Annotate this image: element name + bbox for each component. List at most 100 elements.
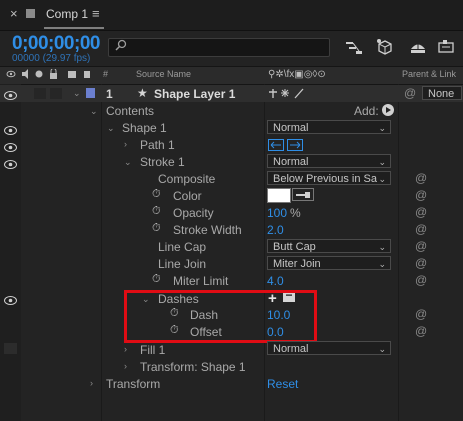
star-icon: ★ xyxy=(137,86,148,100)
chevron-down-icon: ⌄ xyxy=(378,242,386,252)
miter-limit-label: Miter Limit xyxy=(173,274,229,288)
stroke-color-swatch[interactable] xyxy=(267,188,291,203)
expression-pickwhip-icon[interactable]: @ xyxy=(415,256,427,270)
parent-link-column-header[interactable]: Parent & Link xyxy=(402,69,456,79)
expression-pickwhip-icon[interactable]: @ xyxy=(415,205,427,219)
chevron-down-icon: ⌄ xyxy=(378,123,386,133)
eye-icon[interactable] xyxy=(4,294,17,305)
chevron-right-icon[interactable]: › xyxy=(90,378,93,388)
line-cap-dropdown[interactable]: Butt Cap ⌄ xyxy=(267,239,391,253)
panel-menu-icon[interactable]: ≡ xyxy=(92,6,100,21)
av-switches-header xyxy=(6,68,96,82)
eyedropper-icon[interactable] xyxy=(292,188,314,201)
solo-switch[interactable] xyxy=(34,88,46,99)
chevron-down-icon[interactable]: ⌄ xyxy=(73,88,81,99)
comp-mini-flowchart-icon[interactable] xyxy=(345,38,365,56)
column-divider xyxy=(264,84,265,421)
path-1-label[interactable]: Path 1 xyxy=(140,138,175,152)
dropdown-value: Butt Cap xyxy=(273,241,316,253)
frame-count-display: 00000 (29.97 fps) xyxy=(12,53,91,64)
eye-icon[interactable] xyxy=(4,124,17,135)
dropdown-value: Normal xyxy=(273,343,309,355)
expression-pickwhip-icon[interactable]: @ xyxy=(415,273,427,287)
current-time-display[interactable]: 0;00;00;00 xyxy=(12,33,100,55)
layer-switch-icons[interactable] xyxy=(268,87,308,102)
dropdown-value: Miter Join xyxy=(273,258,321,270)
shy-layers-icon[interactable] xyxy=(408,38,428,56)
miter-limit-value[interactable]: 4.0 xyxy=(267,274,284,288)
expression-pickwhip-icon[interactable]: @ xyxy=(415,222,427,236)
chevron-down-icon: ⌄ xyxy=(378,174,386,184)
transform-shape-1-label[interactable]: Transform: Shape 1 xyxy=(140,360,246,374)
opacity-label: Opacity xyxy=(173,206,214,220)
stroke-width-label: Stroke Width xyxy=(173,223,242,237)
chevron-down-icon[interactable]: ⌄ xyxy=(107,123,115,134)
eye-icon[interactable] xyxy=(4,141,17,152)
chevron-right-icon[interactable]: › xyxy=(124,139,127,149)
fill-1-label[interactable]: Fill 1 xyxy=(140,343,165,357)
chevron-down-icon: ⌄ xyxy=(378,344,386,354)
comp-color-swatch xyxy=(26,9,35,18)
source-name-column-header[interactable]: Source Name xyxy=(136,69,191,79)
eye-icon[interactable] xyxy=(4,158,17,169)
stopwatch-icon[interactable]: ⏱ xyxy=(152,188,161,201)
layer-label-color[interactable] xyxy=(86,88,95,98)
stroke-1-blend-mode-dropdown[interactable]: Normal ⌄ xyxy=(267,154,391,168)
transform-reset-link[interactable]: Reset xyxy=(267,377,298,391)
opacity-unit: % xyxy=(290,206,301,220)
expression-pickwhip-icon[interactable]: @ xyxy=(415,307,427,321)
shape-1-label[interactable]: Shape 1 xyxy=(122,121,167,135)
active-tab-indicator xyxy=(44,27,104,29)
color-label: Color xyxy=(173,189,202,203)
add-menu-button[interactable] xyxy=(382,104,394,116)
expression-pickwhip-icon[interactable]: @ xyxy=(415,324,427,338)
lock-switch[interactable] xyxy=(50,88,62,99)
contents-label: Contents xyxy=(106,104,155,118)
parent-dropdown[interactable]: None xyxy=(422,86,462,100)
layer-index: 1 xyxy=(106,87,113,101)
frame-blending-icon[interactable] xyxy=(437,38,457,56)
line-join-label: Line Join xyxy=(158,257,207,271)
stopwatch-icon[interactable]: ⏱ xyxy=(152,205,161,218)
close-tab-button[interactable]: × xyxy=(10,7,22,21)
column-divider xyxy=(101,84,102,421)
composite-dropdown[interactable]: Below Previous in Sa ⌄ xyxy=(267,171,391,185)
pickwhip-spiral-icon[interactable]: @ xyxy=(404,86,416,100)
chevron-down-icon[interactable]: ⌄ xyxy=(90,106,98,117)
expression-pickwhip-icon[interactable]: @ xyxy=(415,171,427,185)
dashes-highlight-box xyxy=(124,290,317,343)
line-join-dropdown[interactable]: Miter Join ⌄ xyxy=(267,256,391,270)
chevron-right-icon[interactable]: › xyxy=(124,344,127,354)
chevron-right-icon[interactable]: › xyxy=(124,361,127,371)
fill-1-blend-mode-dropdown[interactable]: Normal ⌄ xyxy=(267,341,391,355)
transform-label[interactable]: Transform xyxy=(106,377,160,391)
shape-1-blend-mode-dropdown[interactable]: Normal ⌄ xyxy=(267,120,391,134)
dropdown-value: Below Previous in Sa xyxy=(273,173,377,185)
dropdown-value: Normal xyxy=(273,122,309,134)
expression-pickwhip-icon[interactable]: @ xyxy=(415,239,427,253)
composite-label: Composite xyxy=(158,172,216,186)
opacity-value[interactable]: 100 xyxy=(267,206,287,220)
chevron-down-icon[interactable]: ⌄ xyxy=(124,157,132,168)
draft-3d-icon[interactable] xyxy=(375,38,395,56)
search-icon xyxy=(114,39,128,54)
chevron-down-icon: ⌄ xyxy=(378,259,386,269)
stopwatch-icon[interactable]: ⏱ xyxy=(152,222,161,235)
fill-visibility-switch[interactable] xyxy=(4,343,17,354)
layer-search-input[interactable] xyxy=(108,38,330,57)
path-direction-icons[interactable] xyxy=(268,139,304,154)
layer-switches-header-icons: ⚲✲\fx▣◎◊⊙ xyxy=(268,69,326,80)
expression-pickwhip-icon[interactable]: @ xyxy=(415,188,427,202)
label-column-header[interactable]: # xyxy=(103,69,108,79)
line-cap-label: Line Cap xyxy=(158,240,207,254)
stroke-1-label[interactable]: Stroke 1 xyxy=(140,155,185,169)
tab-comp-1[interactable]: Comp 1 xyxy=(46,7,88,21)
layer-name[interactable]: Shape Layer 1 xyxy=(154,87,235,101)
stroke-width-value[interactable]: 2.0 xyxy=(267,223,284,237)
dropdown-value: Normal xyxy=(273,156,309,168)
eye-icon[interactable] xyxy=(4,89,17,100)
add-label: Add: xyxy=(354,104,379,118)
chevron-down-icon: ⌄ xyxy=(378,157,386,167)
stopwatch-icon[interactable]: ⏱ xyxy=(152,273,161,286)
column-divider xyxy=(398,84,399,421)
